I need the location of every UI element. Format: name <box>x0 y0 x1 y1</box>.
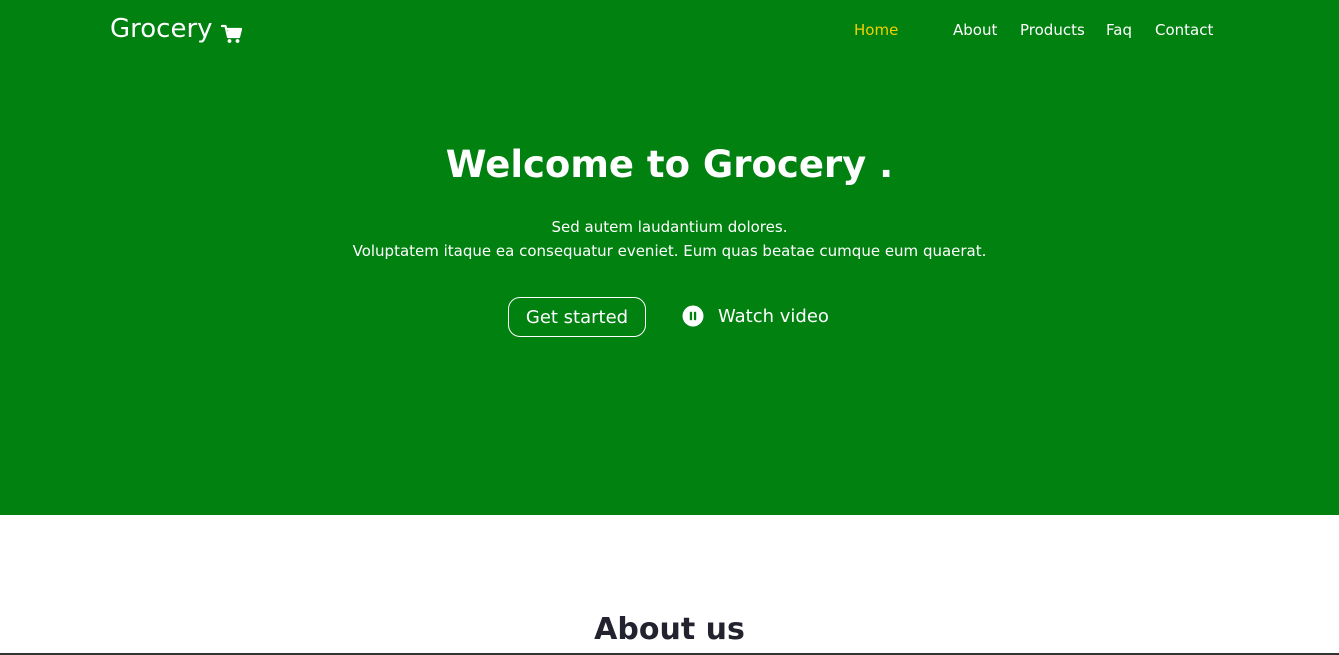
about-section-title: About us <box>594 612 745 647</box>
nav-products-link[interactable]: Products <box>1020 21 1085 39</box>
watch-video-label: Watch video <box>718 305 829 327</box>
hero-title: Welcome to Grocery . <box>445 143 894 186</box>
pause-circle-icon <box>682 305 704 327</box>
nav-faq-link[interactable]: Faq <box>1106 21 1132 39</box>
hero-subtitle-line-2: Voluptatem itaque ea consequatur eveniet… <box>352 242 987 260</box>
watch-video-button[interactable]: Watch video <box>682 305 829 327</box>
nav-about-link[interactable]: About <box>953 21 997 39</box>
main-nav: Home About Products Faq Contact <box>0 21 1339 45</box>
nav-contact-link[interactable]: Contact <box>1155 21 1213 39</box>
hero-subtitle: Sed autem laudantium dolores. Voluptatem… <box>0 215 1339 263</box>
hero-section: Grocery Home About Products Faq Contact … <box>0 0 1339 515</box>
hero-subtitle-line-1: Sed autem laudantium dolores. <box>551 218 788 236</box>
get-started-button[interactable]: Get started <box>508 297 646 337</box>
nav-home-link[interactable]: Home <box>854 21 898 39</box>
